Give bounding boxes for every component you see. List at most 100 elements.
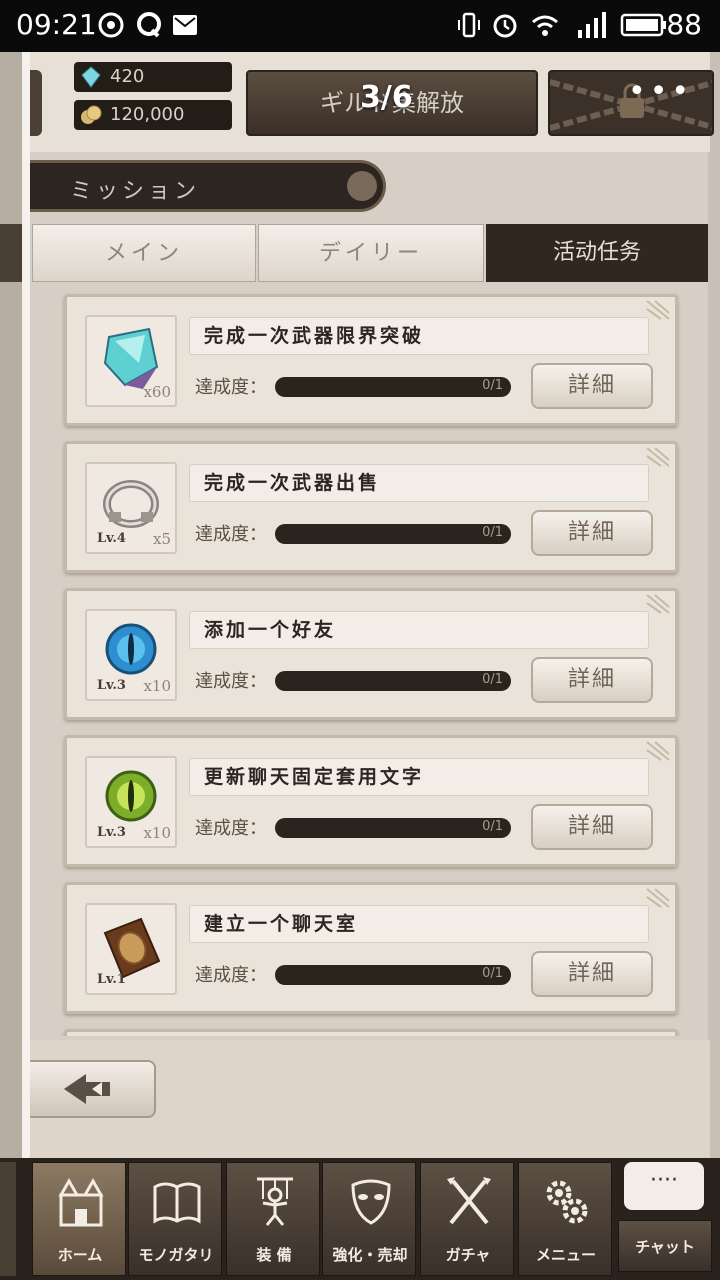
chat-label: チャット [618,1220,712,1272]
nav-label: モノガタリ [138,1246,214,1264]
corner-ornament-icon [646,594,670,614]
progress-label: 達成度： [195,524,267,545]
crystal-counter: 420 [74,62,232,92]
progress-text: 0/1 [482,525,503,540]
detail-button[interactable]: 詳細 [531,657,653,703]
nav-gacha[interactable]: ガチャ [420,1162,514,1276]
corner-ornament-icon [646,888,670,908]
mission-card: x60 完成一次武器限界突破 達成度： 0/1 詳細 [64,294,678,426]
page-counter: 3/6 [360,80,413,115]
tab-daily[interactable]: デイリー [258,224,484,282]
progress-bar: 0/1 [275,377,511,397]
status-bar: 09:21 88 [0,0,720,52]
crossed-weapons-icon [447,1177,491,1225]
nav-equipment[interactable]: 装 備 [226,1162,320,1276]
mission-header: ミッション [30,160,386,212]
tab-event-missions[interactable]: 活动任务 [486,224,708,282]
reward-level: Lv.3 [97,678,126,693]
reward-item[interactable]: Lv.4 x5 [85,462,177,554]
reward-quantity: x10 [143,677,171,695]
reward-item[interactable]: Lv.3 x10 [85,609,177,701]
back-area [30,1040,710,1158]
nav-label: ガチャ [445,1246,491,1264]
progress-text: 0/1 [482,378,503,393]
coin-count: 120,000 [110,104,185,125]
mission-title: 添加一个好友 [189,611,649,649]
reward-level: Lv.3 [97,825,126,840]
progress-label: 達成度： [195,377,267,398]
mission-card-partial [64,1029,678,1036]
chat-button[interactable]: ···· チャット [618,1158,712,1276]
mission-title: 建立一个聊天室 [189,905,649,943]
progress-text: 0/1 [482,819,503,834]
q-app-icon [137,12,161,38]
nav-label: 装 備 [256,1246,292,1264]
nav-enhance-sell[interactable]: 強化・売却 [322,1162,416,1276]
detail-button[interactable]: 詳細 [531,804,653,850]
mission-list[interactable]: x60 完成一次武器限界突破 達成度： 0/1 詳細 Lv.4 x5 完成一次武… [30,288,710,1036]
detail-button[interactable]: 詳細 [531,510,653,556]
corner-ornament-icon [646,300,670,320]
vibrate-icon [458,12,480,38]
progress-label: 達成度： [195,965,267,986]
nav-menu[interactable]: メニュー [518,1162,612,1276]
mission-title: 完成一次武器出售 [189,464,649,502]
mission-tabs: メイン デイリー 活动任务 [0,224,708,282]
mission-card: Lv.4 x5 完成一次武器出售 達成度： 0/1 詳細 [64,441,678,573]
reward-item[interactable]: x60 [85,315,177,407]
coin-icon [81,105,102,124]
coin-counter: 120,000 [74,100,232,130]
alarm-icon [493,14,517,38]
progress-label: 達成度： [195,818,267,839]
reward-quantity: x5 [152,530,171,548]
reward-level: Lv.4 [97,531,126,546]
progress-label: 達成度： [195,671,267,692]
nav-story[interactable]: モノガタリ [128,1162,222,1276]
reward-quantity: x60 [143,383,171,401]
crystal-count: 420 [110,66,145,87]
more-options-button[interactable]: ••• [628,74,693,109]
nav-label: 強化・売却 [332,1246,408,1264]
mission-card: Lv.1 建立一个聊天室 達成度： 0/1 詳細 [64,882,678,1014]
back-arrow-icon [64,1074,110,1104]
mask-icon [351,1179,391,1225]
progress-bar: 0/1 [275,818,511,838]
signal-icon [578,12,606,38]
chat-bubble-icon: ···· [624,1162,704,1210]
mission-title: 完成一次武器限界突破 [189,317,649,355]
reward-item[interactable]: Lv.1 [85,903,177,995]
status-time: 09:21 [16,8,97,41]
book-icon [153,1182,201,1224]
game-screen: 420 120,000 ギルド集解放 3/6 ••• ミッション メイン デイリ… [0,52,720,1280]
wifi-icon [532,15,558,36]
bottom-navigation: ホーム モノガタリ 装 備 強化・売却 ガチャ メニュー ···· チャット [0,1158,720,1280]
tab-fragment [0,224,22,282]
tab-main[interactable]: メイン [32,224,256,282]
reward-item[interactable]: Lv.3 x10 [85,756,177,848]
detail-button[interactable]: 詳細 [531,363,653,409]
swirl-app-icon [98,12,124,38]
progress-bar: 0/1 [275,965,511,985]
top-bar: 420 120,000 ギルド集解放 3/6 ••• [30,52,714,152]
left-button-fragment [30,70,42,136]
nav-home[interactable]: ホーム [32,1162,126,1276]
back-button[interactable] [30,1060,156,1118]
corner-ornament-icon [646,741,670,761]
mission-card: Lv.3 x10 添加一个好友 達成度： 0/1 詳細 [64,588,678,720]
nav-label: ホーム [57,1246,103,1264]
detail-button[interactable]: 詳細 [531,951,653,997]
nav-label: メニュー [535,1246,596,1264]
reward-quantity: x10 [143,824,171,842]
mission-title: ミッション [70,179,201,204]
mission-card: Lv.3 x10 更新聊天固定套用文字 達成度： 0/1 詳細 [64,735,678,867]
nav-fragment [0,1162,16,1276]
battery-icon [620,13,666,37]
gears-icon [546,1180,588,1224]
emblem-icon [347,171,377,201]
reward-level: Lv.1 [97,972,126,987]
battery-level: 88 [666,8,702,41]
progress-text: 0/1 [482,966,503,981]
progress-text: 0/1 [482,672,503,687]
crystal-icon [81,66,101,88]
progress-bar: 0/1 [275,671,511,691]
